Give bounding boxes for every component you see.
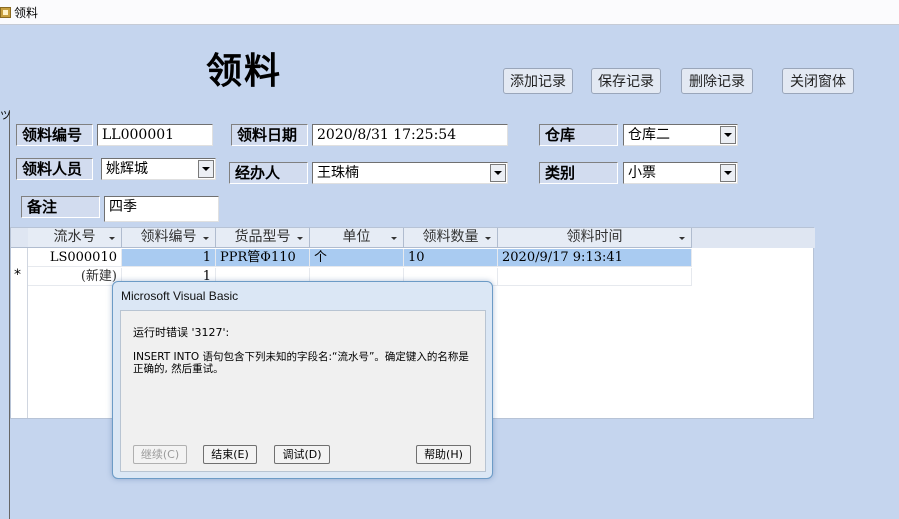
cell-serial[interactable]: LS000010 — [28, 249, 122, 267]
warehouse-dropdown-arrow-icon[interactable] — [720, 126, 736, 144]
issue-date-label: 领料日期 — [231, 124, 308, 146]
column-header-issue-no[interactable]: 领料编号 — [122, 228, 216, 248]
requester-value: 姚辉城 — [106, 161, 148, 177]
issue-no-label: 领料编号 — [16, 124, 93, 146]
error-message: INSERT INTO 语句包含下列未知的字段名:“流水号”。确定键入的名称是正… — [133, 351, 469, 375]
handler-label: 经办人 — [229, 162, 308, 184]
cell-time[interactable]: 2020/9/17 9:13:41 — [498, 249, 692, 267]
warehouse-value: 仓库二 — [628, 127, 670, 143]
cell-issue-no[interactable]: 1 — [122, 249, 216, 267]
close-form-button[interactable]: 关闭窗体 — [782, 68, 854, 94]
sort-arrow-icon[interactable] — [485, 237, 491, 240]
select-all-corner[interactable] — [11, 228, 28, 248]
error-dialog: Microsoft Visual Basic 运行时错误 '3127': INS… — [112, 281, 493, 479]
column-header-unit[interactable]: 单位 — [310, 228, 404, 248]
sort-arrow-icon[interactable] — [391, 237, 397, 240]
column-header-time[interactable]: 领料时间 — [498, 228, 692, 248]
column-header-serial[interactable]: 流水号 — [28, 228, 122, 248]
column-header-qty[interactable]: 领料数量 — [404, 228, 498, 248]
sort-arrow-icon[interactable] — [203, 237, 209, 240]
new-record-star-icon: * — [14, 267, 21, 283]
warehouse-combo[interactable]: 仓库二 — [623, 124, 738, 146]
end-button[interactable]: 结束(E) — [203, 445, 257, 464]
column-header-model[interactable]: 货品型号 — [216, 228, 310, 248]
handler-dropdown-arrow-icon[interactable] — [490, 164, 506, 182]
sort-arrow-icon[interactable] — [297, 237, 303, 240]
continue-button[interactable]: 继续(C) — [133, 445, 187, 464]
note-field[interactable]: 四季 — [104, 196, 219, 222]
requester-label: 领料人员 — [16, 158, 93, 180]
cell-new-serial[interactable]: (新建) — [28, 268, 122, 286]
requester-combo[interactable]: 姚辉城 — [101, 158, 216, 180]
dialog-title: Microsoft Visual Basic — [121, 289, 239, 303]
left-edge-panel: ツ — [0, 109, 11, 519]
note-label: 备注 — [21, 196, 100, 218]
cell-qty[interactable]: 10 — [404, 249, 498, 267]
record-selector-column: * — [11, 228, 28, 418]
warehouse-label: 仓库 — [539, 124, 618, 146]
error-title: 运行时错误 '3127': — [133, 326, 230, 339]
cell-new-time[interactable] — [498, 268, 692, 286]
category-value: 小票 — [628, 165, 656, 181]
add-record-button[interactable]: 添加记录 — [503, 68, 573, 94]
form-title: 领料 — [206, 50, 283, 92]
save-record-button[interactable]: 保存记录 — [591, 68, 661, 94]
cell-model[interactable]: PPR管Φ110 — [216, 249, 310, 267]
category-combo[interactable]: 小票 — [623, 162, 738, 184]
help-button[interactable]: 帮助(H) — [416, 445, 471, 464]
handler-value: 王珠楠 — [317, 165, 359, 181]
cell-unit[interactable]: 个 — [310, 249, 404, 267]
window-title: 领料 — [14, 5, 39, 20]
category-dropdown-arrow-icon[interactable] — [720, 164, 736, 182]
form-icon — [0, 6, 11, 18]
issue-no-field[interactable]: LL000001 — [97, 124, 213, 146]
delete-record-button[interactable]: 删除记录 — [681, 68, 753, 94]
issue-date-field[interactable]: 2020/8/31 17:25:54 — [312, 124, 508, 146]
debug-button[interactable]: 调试(D) — [274, 445, 330, 464]
category-label: 类别 — [539, 162, 618, 184]
dialog-body: 运行时错误 '3127': INSERT INTO 语句包含下列未知的字段名:“… — [120, 310, 486, 472]
requester-dropdown-arrow-icon[interactable] — [198, 160, 214, 178]
sort-arrow-icon[interactable] — [679, 237, 685, 240]
sort-arrow-icon[interactable] — [109, 237, 115, 240]
window-titlebar: 领料 — [0, 0, 899, 25]
handler-combo[interactable]: 王珠楠 — [312, 162, 508, 184]
left-edge-mark: ツ — [0, 109, 11, 122]
